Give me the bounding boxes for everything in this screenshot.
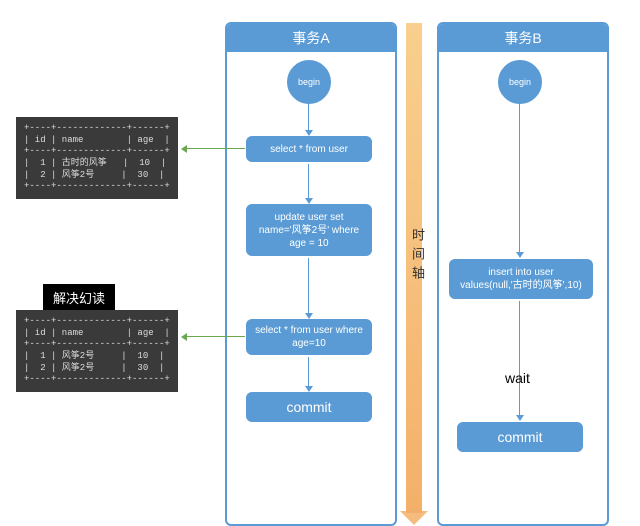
tx-a-step1: select * from user (246, 136, 372, 162)
tx-b-commit: commit (457, 422, 583, 452)
result-table-top: +----+-------------+------+ | id | name … (16, 117, 178, 199)
arrow-b2 (519, 301, 520, 416)
green-arrow-top (187, 148, 245, 149)
green-arrow-bottom (187, 336, 245, 337)
black-label-bottom: 解决幻读 (43, 284, 115, 311)
transaction-a-header: 事务A (227, 24, 395, 52)
tx-a-commit: commit (246, 392, 372, 422)
tx-b-insert: insert into user values(null,'古时的风筝',10) (449, 259, 593, 299)
tx-a-step3: select * from user where age=10 (246, 319, 372, 355)
tx-a-step2: update user set name='风筝2号' where age = … (246, 204, 372, 256)
arrow-a2 (308, 164, 309, 199)
tx-a-begin-node: begin (287, 60, 331, 104)
tx-b-begin-node: begin (498, 60, 542, 104)
tx-b-wait: wait (505, 370, 530, 386)
result-table-bottom: +----+-------------+------+ | id | name … (16, 310, 178, 392)
transaction-b-header: 事务B (439, 24, 607, 52)
arrow-a1 (308, 103, 309, 131)
arrow-a4 (308, 357, 309, 387)
arrow-a3 (308, 258, 309, 314)
arrow-b1 (519, 103, 520, 253)
time-axis-label: 时间轴 (408, 228, 427, 285)
